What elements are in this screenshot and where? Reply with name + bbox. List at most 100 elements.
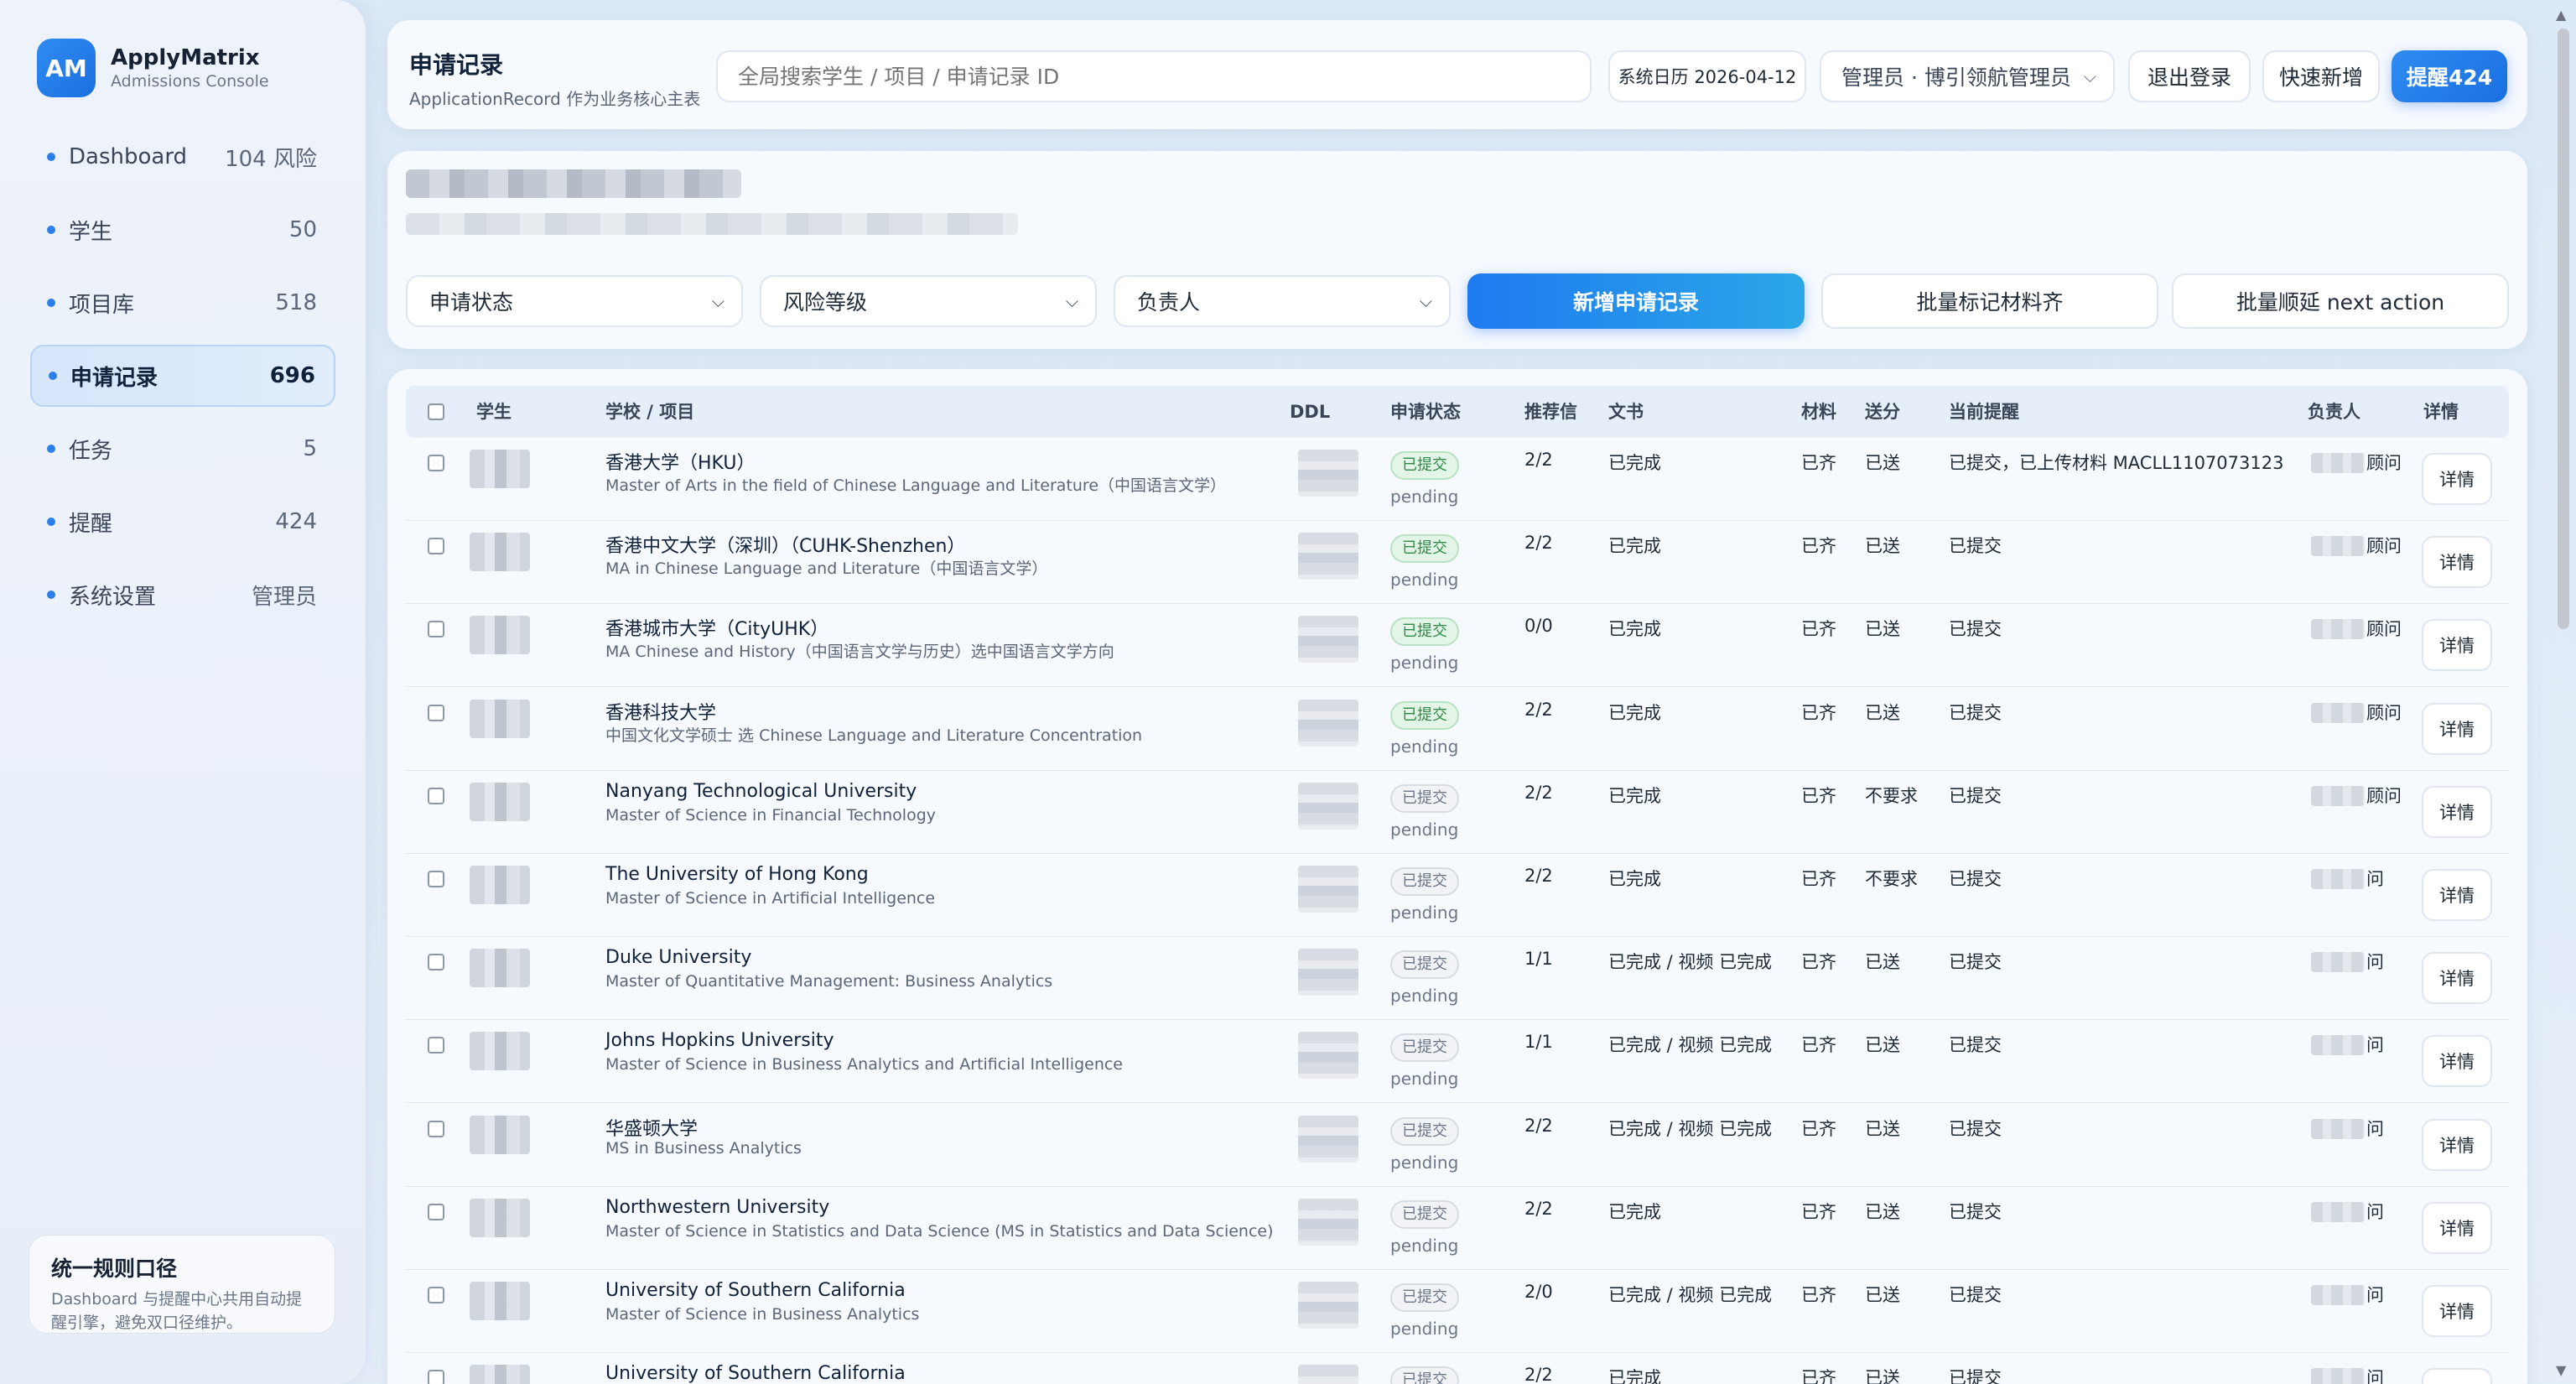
nav-dot-icon: [47, 445, 55, 453]
sidebar-item-count: 104 风险: [225, 146, 317, 172]
scores-status: 已送: [1865, 952, 1900, 973]
row-checkbox[interactable]: [428, 621, 444, 638]
school-name: Northwestern University: [605, 1196, 830, 1218]
add-application-button[interactable]: 新增申请记录: [1467, 273, 1805, 329]
sidebar-nav: Dashboard 104 风险学生 50 项目库 518 申请记录 696 任务 5 提醒 424…: [30, 126, 335, 637]
essay-status: 已完成: [1608, 1368, 1661, 1384]
reminders-button[interactable]: 提醒424: [2392, 50, 2507, 102]
detail-button[interactable]: 详情: [2422, 702, 2492, 755]
recommendation-count: 1/1: [1524, 949, 1553, 970]
quick-add-button[interactable]: 快速新增: [2262, 50, 2380, 102]
sidebar-item-2[interactable]: 项目库 518: [30, 272, 335, 334]
row-checkbox[interactable]: [428, 455, 444, 471]
sidebar-item-3[interactable]: 申请记录 696: [30, 345, 335, 407]
sidebar-item-5[interactable]: 提醒 424: [30, 491, 335, 553]
owner-filter-select[interactable]: 负责人 ⌵: [1114, 275, 1451, 327]
status-filter-select[interactable]: 申请状态 ⌵: [406, 275, 743, 327]
pending-label: pending: [1390, 986, 1459, 1007]
status-badge: 已提交: [1390, 534, 1459, 564]
detail-button[interactable]: 详情: [2422, 453, 2492, 505]
scroll-up-arrow-icon[interactable]: ▲: [2556, 7, 2566, 23]
filter-panel: 申请状态 ⌵ 风险等级 ⌵ 负责人 ⌵ 新增申请记录 批量标记材料齐 批量顺延 …: [387, 151, 2527, 349]
row-checkbox[interactable]: [428, 1370, 444, 1384]
redacted-student: [470, 1365, 530, 1384]
table-row[interactable]: 香港大学（HKU） Master of Arts in the field of …: [406, 438, 2509, 521]
brand[interactable]: AM ApplyMatrix Admissions Console: [37, 39, 269, 97]
table-row[interactable]: University of Southern California Master …: [406, 1270, 2509, 1353]
logout-button[interactable]: 退出登录: [2128, 50, 2251, 102]
nav-dot-icon: [47, 299, 55, 307]
scroll-down-arrow-icon[interactable]: ▼: [2556, 1362, 2566, 1378]
owner-role: 顾问: [2366, 785, 2402, 806]
row-checkbox[interactable]: [428, 871, 444, 887]
table-row[interactable]: 香港科技大学 中国文化文学硕士 选 Chinese Language and Li…: [406, 688, 2509, 771]
detail-button[interactable]: 详情: [2422, 619, 2492, 672]
detail-button[interactable]: 详情: [2422, 785, 2492, 838]
sidebar-item-6[interactable]: 系统设置 管理员: [30, 564, 335, 626]
detail-button[interactable]: 详情: [2422, 1035, 2492, 1088]
table-row[interactable]: 华盛顿大学 MS in Business Analytics 已提交 pending 2…: [406, 1104, 2509, 1187]
program-name: MS in Business Analytics: [605, 1138, 802, 1158]
pending-label: pending: [1390, 903, 1459, 923]
sidebar-item-count: 50: [288, 217, 317, 242]
page-scrollbar-thumb[interactable]: [2558, 29, 2569, 629]
redacted-owner: [2311, 952, 2365, 973]
sidebar-item-label: Dashboard: [69, 144, 188, 169]
school-name: The University of Hong Kong: [605, 864, 869, 885]
materials-status: 已齐: [1801, 536, 1836, 557]
scores-status: 已送: [1865, 702, 1900, 723]
table-row[interactable]: 香港城市大学（CityUHK） MA Chinese and History（中国…: [406, 604, 2509, 688]
sidebar-item-4[interactable]: 任务 5: [30, 418, 335, 480]
redacted-ddl: [1298, 1198, 1358, 1246]
global-search-input[interactable]: [716, 50, 1592, 102]
sidebar-item-1[interactable]: 学生 50: [30, 199, 335, 261]
detail-button[interactable]: 详情: [2422, 869, 2492, 921]
status-badge: 已提交: [1390, 1366, 1459, 1384]
pending-label: pending: [1390, 819, 1459, 840]
school-name: 香港科技大学: [605, 702, 717, 724]
row-checkbox[interactable]: [428, 1203, 444, 1220]
table-row[interactable]: Nanyang Technological University Master o…: [406, 771, 2509, 854]
school-name: Nanyang Technological University: [605, 780, 917, 802]
recommendation-count: 2/2: [1524, 782, 1553, 803]
row-checkbox[interactable]: [428, 954, 444, 971]
detail-button[interactable]: 详情: [2422, 1285, 2492, 1337]
redacted-student: [470, 616, 530, 655]
col-detail: 详情: [2423, 402, 2459, 422]
row-checkbox[interactable]: [428, 1287, 444, 1303]
table-row[interactable]: University of Southern California已提交pend…: [406, 1353, 2509, 1384]
brand-logo: AM: [37, 39, 96, 97]
nav-dot-icon: [47, 153, 55, 161]
select-all-checkbox[interactable]: [428, 403, 444, 420]
row-checkbox[interactable]: [428, 1037, 444, 1054]
row-checkbox[interactable]: [428, 704, 444, 721]
risk-filter-select[interactable]: 风险等级 ⌵: [760, 275, 1097, 327]
detail-button[interactable]: 详情: [2422, 1201, 2492, 1254]
row-checkbox[interactable]: [428, 1120, 444, 1137]
redacted-ddl: [1298, 1365, 1358, 1384]
bulk-mark-materials-button[interactable]: 批量标记材料齐: [1821, 273, 2158, 329]
essay-status: 已完成: [1608, 869, 1661, 889]
table-row[interactable]: 香港中文大学（深圳）（CUHK-Shenzhen） MA in Chinese L…: [406, 521, 2509, 605]
recommendation-count: 2/2: [1524, 1198, 1553, 1219]
table-row[interactable]: Northwestern University Master of Science…: [406, 1187, 2509, 1270]
essay-status: 已完成: [1608, 785, 1661, 806]
scores-status: 已送: [1865, 536, 1900, 557]
scores-status: 已送: [1865, 1368, 1900, 1384]
detail-button[interactable]: 详情: [2422, 1118, 2492, 1171]
redacted-owner: [2311, 785, 2365, 806]
row-checkbox[interactable]: [428, 787, 444, 804]
table-row[interactable]: The University of Hong Kong Master of Sci…: [406, 854, 2509, 937]
sidebar-item-0[interactable]: Dashboard 104 风险: [30, 126, 335, 188]
scores-status: 不要求: [1865, 785, 1918, 806]
table-row[interactable]: Duke University Master of Quantitative Ma…: [406, 937, 2509, 1021]
detail-button[interactable]: 详情: [2422, 952, 2492, 1005]
nav-dot-icon: [47, 226, 55, 234]
row-checkbox[interactable]: [428, 538, 444, 555]
role-select[interactable]: 管理员 · 博引领航管理员 ⌵: [1820, 50, 2115, 102]
table-row[interactable]: Johns Hopkins University Master of Scienc…: [406, 1020, 2509, 1104]
pending-label: pending: [1390, 1069, 1459, 1090]
detail-button[interactable]: 详情: [2422, 536, 2492, 589]
detail-button[interactable]: 详情: [2422, 1368, 2492, 1384]
bulk-delay-next-action-button[interactable]: 批量顺延 next action: [2172, 273, 2509, 329]
